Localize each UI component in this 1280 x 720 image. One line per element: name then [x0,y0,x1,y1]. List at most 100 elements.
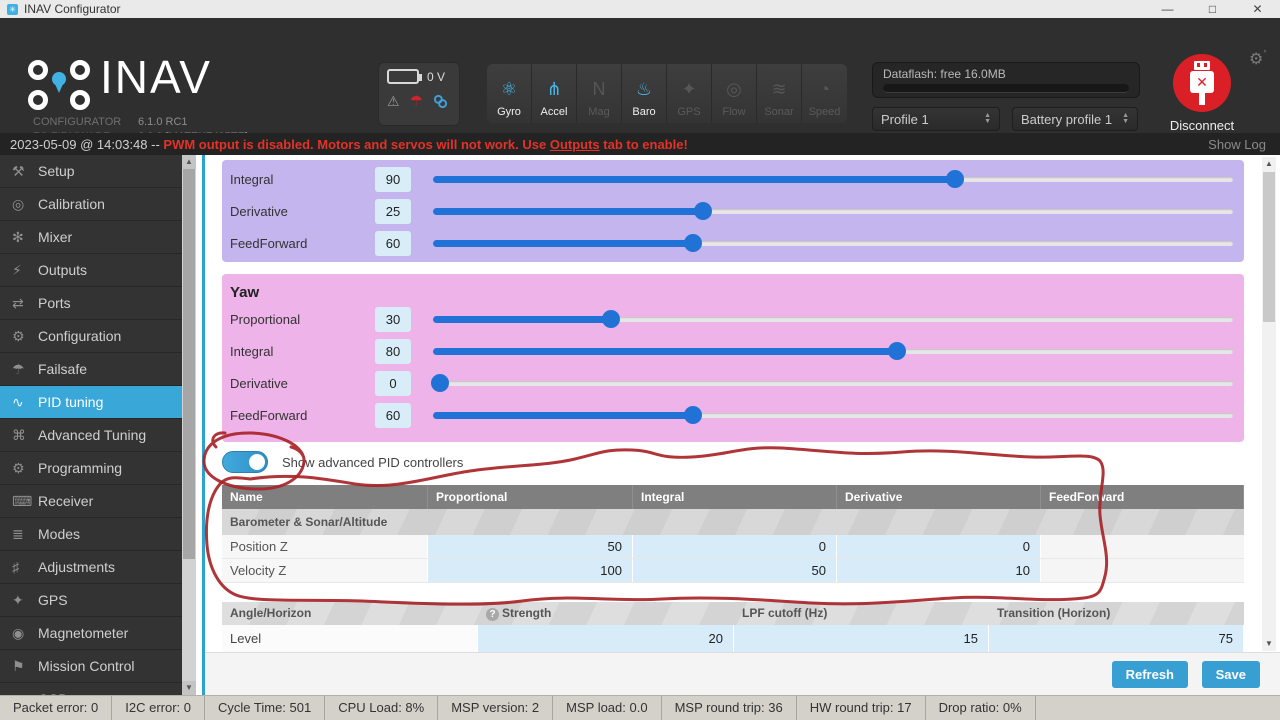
content-scrollbar[interactable]: ▲ ▼ [1262,157,1276,651]
sidebar-item-gps[interactable]: ✦ GPS [0,584,182,617]
dataflash-free-text: Dataflash: free 16.0MB [883,67,1006,81]
configurator-version: 6.1.0 RC1 [138,116,188,128]
parachute-icon: ☂ [12,360,25,377]
scroll-up-icon[interactable]: ▲ [1262,157,1276,171]
pid-slider[interactable] [431,373,1233,393]
help-question-icon[interactable]: ? [486,608,499,621]
pid-slider[interactable] [433,341,1233,361]
pid-cell-input[interactable]: 0 [633,535,837,558]
transition-cell-input[interactable]: 75 [989,625,1244,652]
pid-slider[interactable] [433,233,1233,253]
sidebar-item-outputs[interactable]: ⚡ Outputs [0,254,182,287]
sidebar-item-calibration[interactable]: ◎ Calibration [0,188,182,221]
pid-cell-input[interactable]: 50 [428,535,633,558]
advanced-pid-toggle[interactable] [222,451,268,473]
pid-value-input[interactable]: 60 [375,230,411,256]
sidebar-item-receiver[interactable]: ⌨ Receiver [0,485,182,518]
window-controls: — □ ✕ [1145,2,1280,16]
minimize-button[interactable]: — [1145,2,1190,16]
sidebar-item-label: Failsafe [38,361,88,377]
sidebar-item-label: Programming [38,460,123,476]
strength-cell-input[interactable]: 20 [478,625,734,652]
sidebar-item-failsafe[interactable]: ☂ Failsafe [0,353,182,386]
pid-value-input[interactable]: 80 [375,338,411,364]
modes-icon: ≣ [12,525,24,542]
slider-fill [433,316,612,323]
profile-selected-value: Profile 1 [881,111,929,127]
disconnect-button[interactable]: ✕ Disconnect [1168,54,1236,133]
refresh-button[interactable]: Refresh [1111,661,1188,688]
pid-cell-input[interactable]: 10 [837,559,1041,582]
save-button[interactable]: Save [1201,661,1260,688]
sensor-mag: N Mag [577,64,622,123]
row-name: Position Z [222,535,428,558]
scroll-down-icon[interactable]: ▼ [1262,637,1276,651]
scroll-up-icon[interactable]: ▲ [182,155,196,169]
pid-slider[interactable] [433,405,1233,425]
pid-cell-input[interactable]: 0 [837,535,1041,558]
sensor-gps: ✦ GPS [667,64,712,123]
pid-value-input[interactable]: 60 [375,402,411,428]
pid-value-input[interactable]: 0 [375,370,411,396]
scrollbar-thumb[interactable] [183,169,195,559]
profile-select[interactable]: Profile 1 ▲ ▼ [872,107,1000,131]
outputs-tab-link[interactable]: Outputs [550,137,600,152]
pid-slider[interactable] [433,169,1233,189]
pid-param-label: FeedForward [230,235,308,251]
pwm-warning-text-tail: tab to enable! [599,136,688,152]
pid-value-input[interactable]: 30 [375,306,411,332]
slider-thumb[interactable] [684,406,702,424]
sidebar-item-modes[interactable]: ≣ Modes [0,518,182,551]
sidebar-item-osd[interactable]: ▦OSD [0,683,182,695]
column-header: Name [222,485,428,509]
scroll-down-icon[interactable]: ▼ [182,681,196,695]
show-log-button[interactable]: Show Log [1208,137,1266,152]
close-button[interactable]: ✕ [1235,2,1280,16]
sidebar-item-programming[interactable]: ⚙ Programming [0,452,182,485]
sidebar-item-pid-tuning[interactable]: ∿ PID tuning [0,386,182,419]
slider-fill [433,176,956,183]
sidebar-item-setup[interactable]: ⚒ Setup [0,155,182,188]
sidebar-scrollbar[interactable]: ▲ ▼ [182,155,196,695]
sidebar-item-advanced-tuning[interactable]: ⌘ Advanced Tuning [0,419,182,452]
settings-gear-icon[interactable]: ⚙° [1249,49,1267,69]
slider-thumb[interactable] [946,170,965,188]
slider-thumb[interactable] [684,234,702,252]
sidebar-item-magnetometer[interactable]: ◉ Magnetometer [0,617,182,650]
sidebar-item-ports[interactable]: ⇄ Ports [0,287,182,320]
pid-row-derivative: Derivative 25 [222,195,1244,227]
slider-thumb[interactable] [694,202,713,220]
status-msp-load: MSP load: 0.0 [553,696,662,720]
pid-value-input[interactable]: 25 [375,198,411,224]
sidebar-item-adjustments[interactable]: ♯ Adjustments [0,551,182,584]
maximize-button[interactable]: □ [1190,2,1235,16]
pid-value-input[interactable]: 90 [375,166,411,192]
dataflash-panel: Dataflash: free 16.0MB [872,62,1140,98]
pid-cell-input[interactable]: 100 [428,559,633,582]
scrollbar-thumb[interactable] [1263,172,1275,322]
lpf-cell-input[interactable]: 15 [734,625,989,652]
sliders-icon: ♯ [12,559,19,575]
sidebar-item-configuration[interactable]: ⚙ Configuration [0,320,182,353]
sidebar-item-mixer[interactable]: ✻ Mixer [0,221,182,254]
mag-icon: N [592,79,606,99]
slider-thumb[interactable] [602,310,621,328]
slider-thumb[interactable] [431,374,450,392]
sidebar-item-mission-control[interactable]: ⚑ Mission Control [0,650,182,683]
configurator-label: CONFIGURATOR [33,116,122,128]
pid-param-label: Integral [230,343,274,359]
chevron-updown-icon: ▲ ▼ [984,112,991,125]
empty-cell [1041,535,1244,558]
sidebar-item-label: PID tuning [38,394,104,410]
table-row: Level 20 15 75 [222,625,1244,652]
pid-cell-input[interactable]: 50 [633,559,837,582]
battery-profile-select[interactable]: Battery profile 1 ▲ ▼ [1012,107,1138,131]
slider-thumb[interactable] [888,342,906,360]
pid-slider[interactable] [433,201,1233,221]
column-header: Transition (Horizon) [997,606,1111,620]
sidebar-item-label: Setup [38,163,75,179]
pid-param-label: Derivative [230,375,288,391]
status-hw-round-trip: HW round trip: 17 [797,696,926,720]
pid-slider[interactable] [433,309,1233,329]
log-timestamp: 2023-05-09 @ 14:03:48 -- [10,136,164,152]
